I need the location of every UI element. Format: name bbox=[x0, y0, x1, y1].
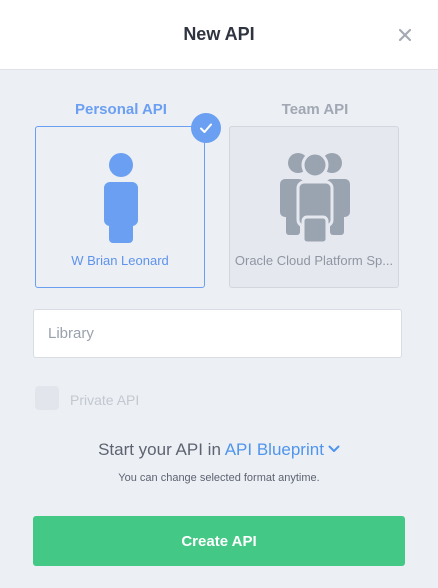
format-line: Start your API in API Blueprint bbox=[0, 440, 438, 460]
create-api-button[interactable]: Create API bbox=[33, 516, 405, 566]
personal-account-card[interactable]: W Brian Leonard bbox=[35, 126, 205, 288]
personal-account-name: W Brian Leonard bbox=[71, 253, 169, 268]
format-selected[interactable]: API Blueprint bbox=[225, 440, 324, 459]
tab-personal-api[interactable]: Personal API bbox=[35, 101, 207, 118]
dialog-header: New API bbox=[0, 0, 438, 70]
api-name-input[interactable] bbox=[33, 309, 402, 358]
format-hint: You can change selected format anytime. bbox=[118, 472, 320, 484]
private-api-label: Private API bbox=[70, 392, 140, 408]
private-api-checkbox[interactable] bbox=[35, 386, 59, 410]
chevron-down-icon bbox=[328, 445, 340, 453]
format-dropdown[interactable]: API Blueprint bbox=[225, 440, 340, 459]
team-account-name: Oracle Cloud Platform Sp... bbox=[234, 253, 394, 268]
team-account-card[interactable]: Oracle Cloud Platform Sp... bbox=[229, 126, 399, 288]
team-icon bbox=[280, 151, 350, 245]
dialog-title: New API bbox=[183, 24, 255, 44]
tab-team-api[interactable]: Team API bbox=[229, 101, 401, 118]
format-prefix: Start your API in bbox=[98, 440, 221, 459]
selected-check-icon bbox=[191, 113, 221, 143]
person-icon bbox=[104, 153, 138, 243]
close-icon[interactable] bbox=[396, 26, 414, 44]
